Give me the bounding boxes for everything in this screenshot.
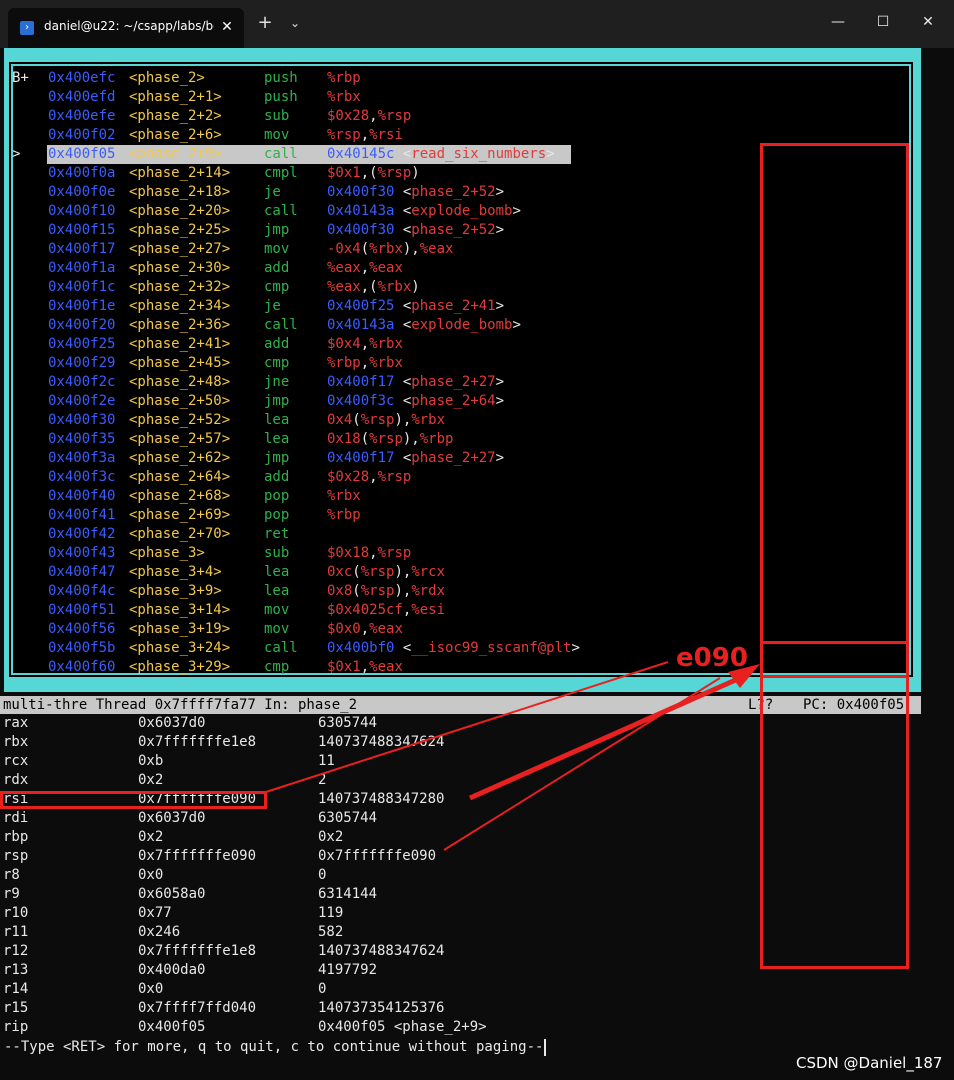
e090-highlight-box [760, 641, 909, 678]
annotation-line-rsi [265, 661, 669, 793]
watermark: CSDN @Daniel_187 [796, 1054, 943, 1072]
stack-highlight-box [760, 143, 909, 969]
annotation-arrow [468, 675, 742, 801]
annotation-label: e090 [676, 643, 748, 673]
rsi-highlight-box [0, 791, 267, 809]
